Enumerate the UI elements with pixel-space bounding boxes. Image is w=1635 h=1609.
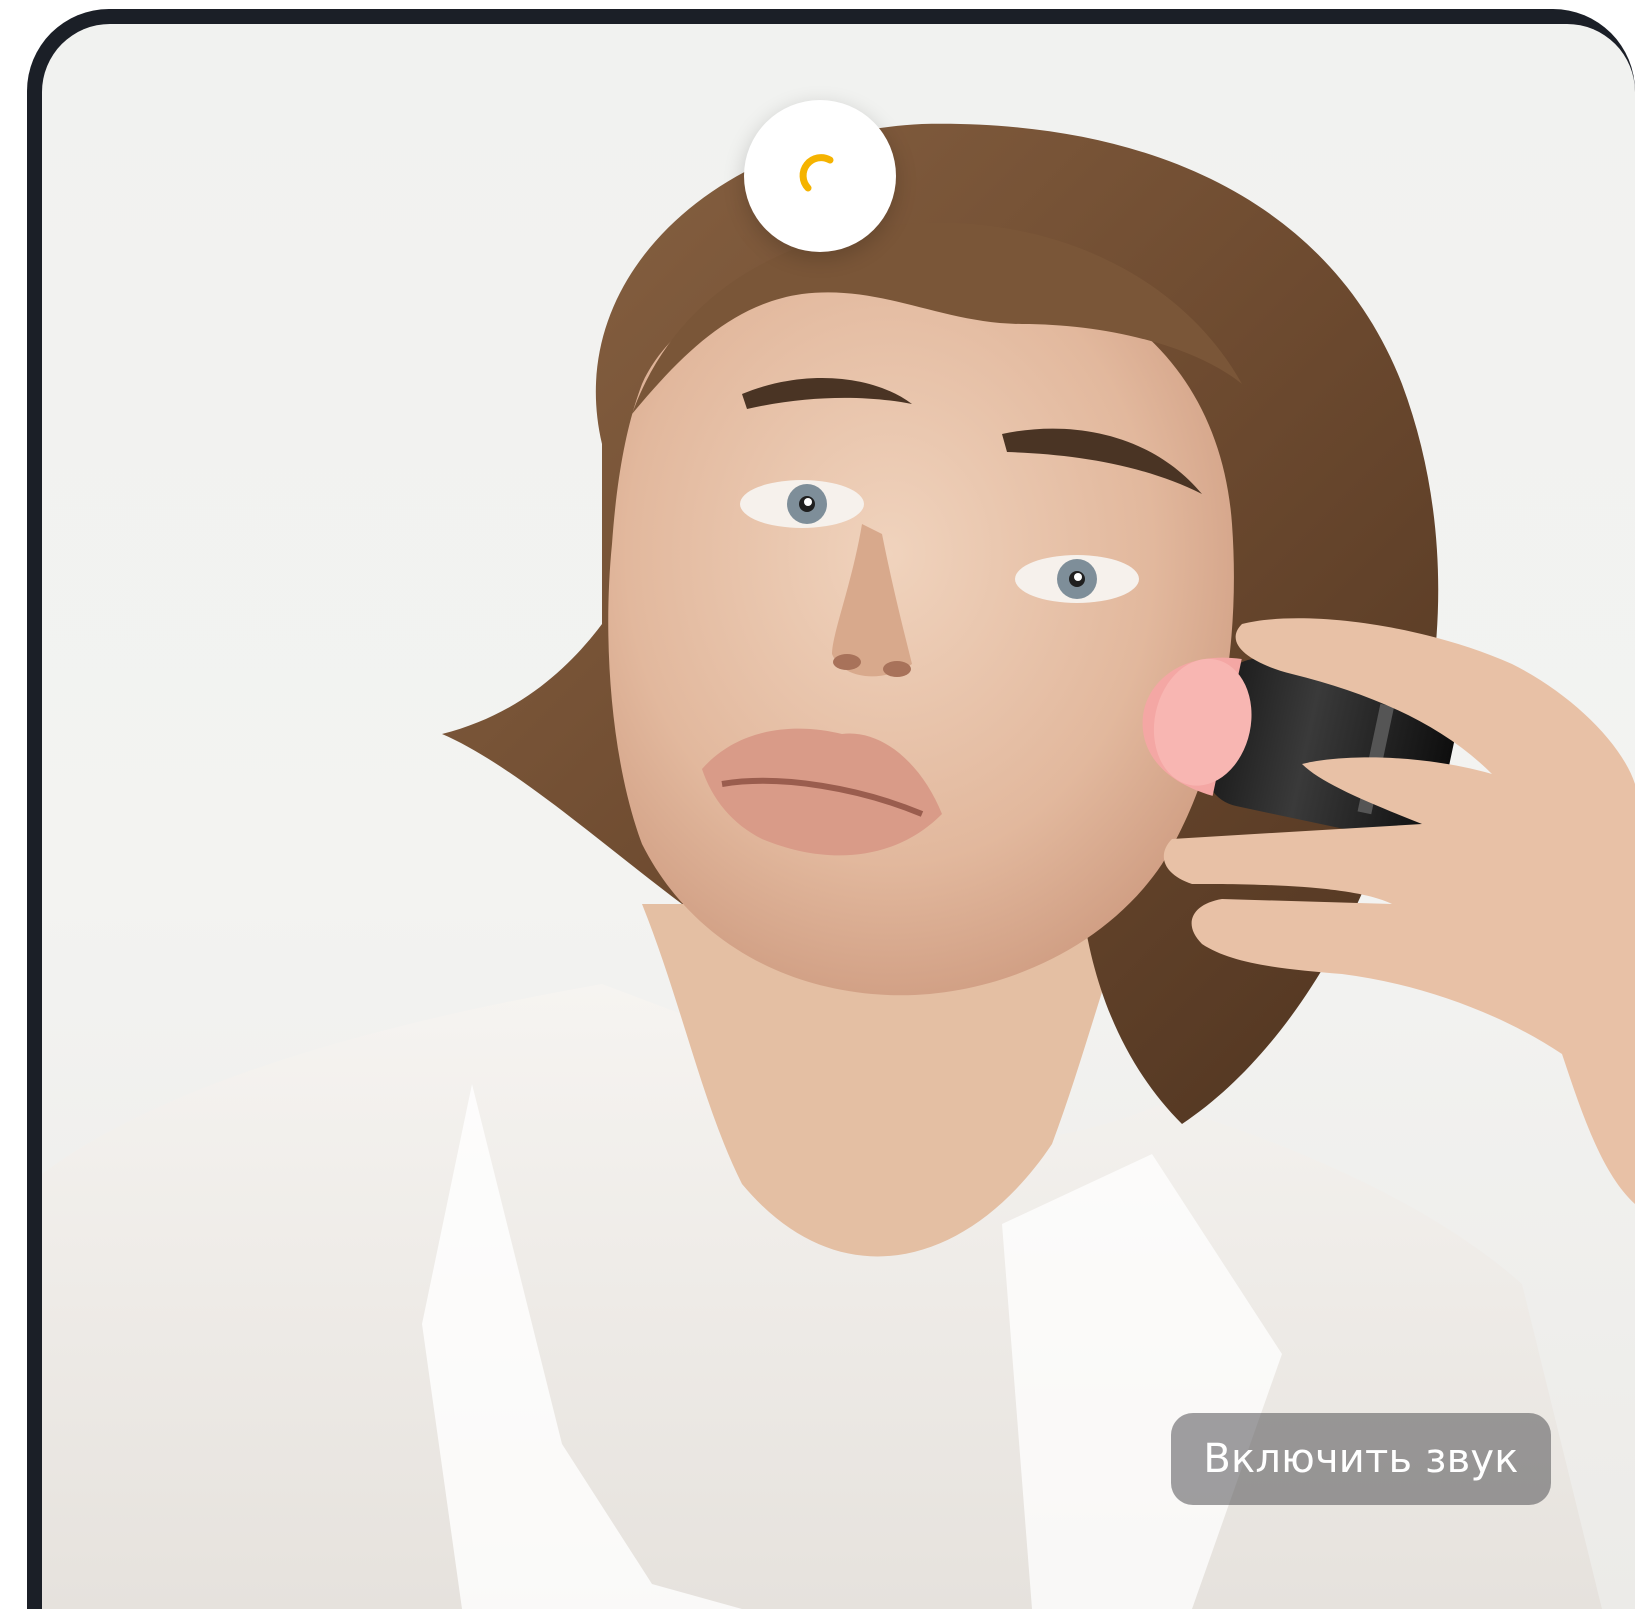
loading-spinner	[744, 100, 896, 252]
video-frame-image	[42, 123, 1635, 1609]
phone-frame: Включить звук	[27, 9, 1635, 1609]
video-player[interactable]: Включить звук	[42, 24, 1635, 1609]
spinner-icon	[799, 154, 834, 192]
enable-sound-button[interactable]: Включить звук	[1171, 1413, 1551, 1505]
